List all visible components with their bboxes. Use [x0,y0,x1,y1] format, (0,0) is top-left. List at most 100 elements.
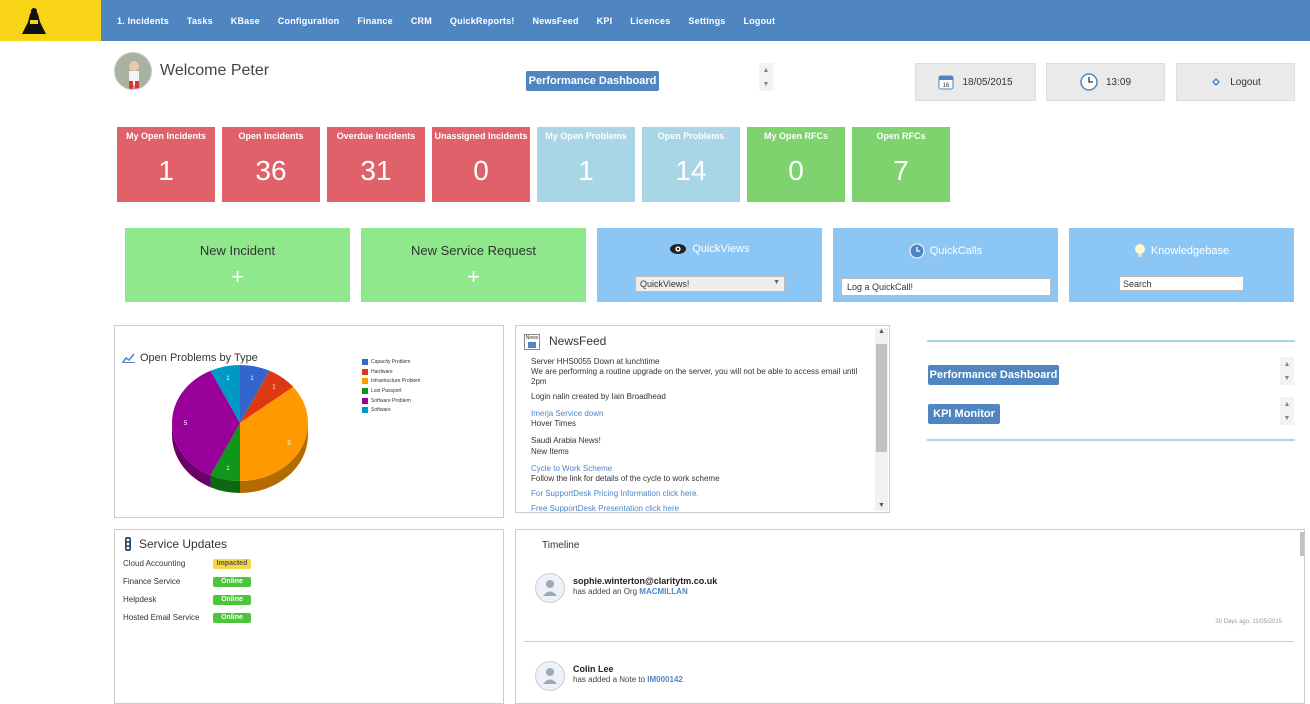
eye-icon [670,244,687,254]
news-item: Saudi Arabia News! [531,436,601,445]
service-updates-header: Service Updates [123,537,227,551]
scrollbar-thumb[interactable] [876,344,887,452]
divider [927,439,1295,441]
nav-newsfeed[interactable]: NewsFeed [533,16,579,26]
nav-logout[interactable]: Logout [744,16,776,26]
svg-text:16: 16 [943,83,950,89]
kpi-monitor-button[interactable]: KPI Monitor [928,404,1000,424]
quickviews-select[interactable]: QuickViews! ▼ [635,276,785,292]
quickviews-selected: QuickViews! [640,279,690,289]
tile-value: 1 [158,155,174,186]
timeline-action: has added a Note to IM000142 [573,675,683,684]
tile-value: 1 [578,155,594,186]
dashboard-spinner[interactable]: ▲ ▼ [759,63,773,91]
nav-quickreports[interactable]: QuickReports! [450,16,515,26]
scroll-down-icon[interactable]: ▼ [875,502,888,509]
scroll-up-icon[interactable]: ▲ [875,328,888,335]
service-row: Hosted Email Service [123,613,199,622]
nav-kpi[interactable]: KPI [597,16,613,26]
nav-finance[interactable]: Finance [357,16,392,26]
news-item: Hover Times [531,419,576,428]
tile-my-open-problems[interactable]: My Open Problems 1 [537,127,635,202]
spinner-up-icon[interactable]: ▲ [1284,401,1291,408]
tile-unassigned-incidents[interactable]: Unassigned Incidents 0 [432,127,530,202]
service-row: Cloud Accounting [123,559,185,568]
legend-label: Software [371,407,391,414]
legend-item[interactable]: Software Problem [362,396,420,406]
legend-item[interactable]: Infrastructure Problem [362,376,420,386]
status-badge: Online [213,577,251,587]
news-item: New Items [531,447,569,456]
timeline-user[interactable]: sophie.winterton@claritytm.co.uk [573,576,717,586]
quickcalls-header: QuickCalls [833,243,1058,259]
tile-open-incidents[interactable]: Open Incidents 36 [222,127,320,202]
knowledgebase-search-input[interactable]: Search [1119,276,1244,291]
news-link[interactable]: For SupportDesk Pricing Information clic… [531,489,866,499]
legend-swatch [362,387,368,394]
avatar [535,573,565,603]
tile-open-rfcs[interactable]: Open RFCs 7 [852,127,950,202]
quickcalls-panel: QuickCalls Log a QuickCall! [833,228,1058,302]
nav-configuration[interactable]: Configuration [278,16,340,26]
logout-icon [1212,78,1221,86]
avatar[interactable] [114,52,152,90]
news-link[interactable]: Imerja Service down [531,409,866,419]
service-name: Cloud Accounting [123,559,186,568]
spinner-up-icon[interactable]: ▲ [1284,361,1291,368]
legend-swatch [362,378,368,385]
legend-item[interactable]: Software [362,405,420,415]
legend-label: Lost Passport [371,387,402,394]
new-incident-button[interactable]: New Incident + [125,228,350,302]
nav-tasks[interactable]: Tasks [187,16,213,26]
spinner-up-icon[interactable]: ▲ [763,67,770,74]
tile-label: Open Problems [657,131,725,141]
tile-overdue-incidents[interactable]: Overdue Incidents 31 [327,127,425,202]
logo[interactable] [0,0,101,41]
newsfeed-list: Server HHS0055 Down at lunchtime We are … [531,357,866,512]
timeline-user[interactable]: Colin Lee [573,664,614,674]
tile-label: Open RFCs [876,131,926,141]
spinner-down-icon[interactable]: ▼ [1284,375,1291,382]
nav-crm[interactable]: CRM [411,16,432,26]
performance-dashboard-link[interactable]: Performance Dashboard [928,365,1059,385]
nav-licences[interactable]: Licences [630,16,670,26]
nav-incidents[interactable]: 1. Incidents [117,16,169,26]
timeline-target-link[interactable]: IM000142 [647,675,683,684]
tile-value: 31 [360,155,392,186]
spinner-down-icon[interactable]: ▼ [763,81,770,88]
timeline-target-link[interactable]: MACMILLAN [639,587,687,596]
legend-label: Infrastructure Problem [371,378,421,385]
time-box: 13:09 [1046,63,1165,101]
performance-dashboard-button[interactable]: Performance Dashboard [526,71,659,91]
timeline-action-text: has added an Org [573,587,638,596]
spinner-down-icon[interactable]: ▼ [1284,415,1291,422]
date-box: 16 18/05/2015 [915,63,1036,101]
nav-settings[interactable]: Settings [688,16,725,26]
timeline-scrollbar[interactable] [1300,532,1304,556]
legend-item[interactable]: Hardware [362,367,420,377]
timeline-action: has added an Org MACMILLAN [573,587,688,596]
quickcall-input[interactable]: Log a QuickCall! [841,278,1051,296]
tile-my-open-rfcs[interactable]: My Open RFCs 0 [747,127,845,202]
legend-item[interactable]: Capacity Problem [362,357,420,367]
kpi-spinner[interactable]: ▲ ▼ [1280,397,1294,425]
tile-open-problems[interactable]: Open Problems 14 [642,127,740,202]
news-link[interactable]: Free SupportDesk Presentation click here [531,504,866,512]
user-icon [543,580,557,596]
knowledgebase-label: Knowledgebase [1150,245,1230,257]
service-row: Helpdesk [123,595,156,604]
legend-item[interactable]: Lost Passport [362,386,420,396]
perf-spinner[interactable]: ▲ ▼ [1280,357,1294,385]
status-badge: Online [213,613,251,623]
news-link[interactable]: Cycle to Work Scheme [531,464,866,474]
nav-kbase[interactable]: KBase [231,16,260,26]
tile-value: 14 [675,155,707,186]
top-navigation-bar: 1. Incidents Tasks KBase Configuration F… [0,0,1310,41]
new-service-request-button[interactable]: New Service Request + [361,228,586,302]
divider [524,641,1294,642]
newsfeed-scrollbar[interactable]: ▲ ▼ [875,328,888,511]
tile-my-open-incidents[interactable]: My Open Incidents 1 [117,127,215,202]
lightbulb-icon [1134,244,1145,257]
logout-box[interactable]: Logout [1176,63,1295,101]
tile-label: My Open Problems [545,131,627,141]
